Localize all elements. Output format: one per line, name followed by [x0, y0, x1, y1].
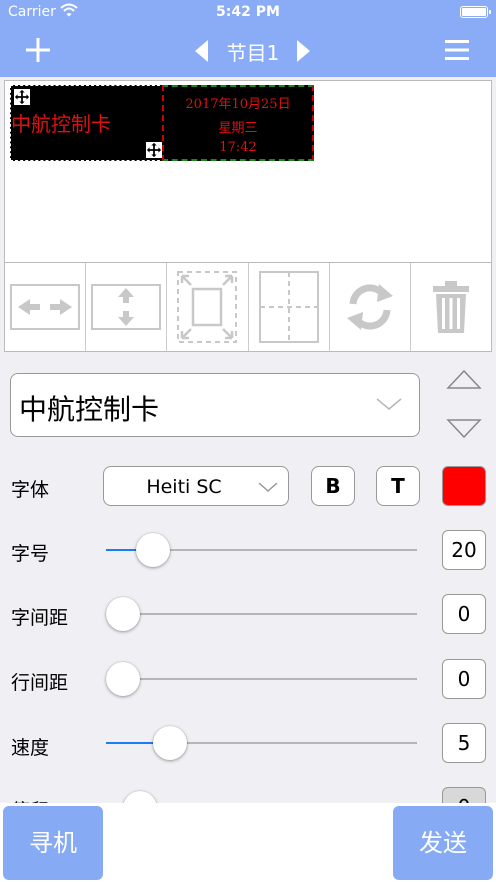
status-bar: Carrier 5:42 PM — [0, 0, 496, 24]
refresh-button[interactable] — [330, 263, 411, 351]
font-select-value: Heiti SC — [146, 476, 222, 498]
fullscreen-icon — [177, 271, 238, 343]
stretch-horizontal-button[interactable] — [5, 263, 87, 351]
size-label: 字号 — [11, 543, 50, 565]
text-color-swatch[interactable] — [442, 466, 486, 506]
move-up-icon[interactable] — [446, 368, 482, 390]
refresh-icon — [346, 284, 393, 330]
send-button[interactable]: 发送 — [393, 806, 493, 880]
clock-time: 17:42 — [219, 140, 257, 155]
split-grid-icon — [258, 271, 319, 343]
line-spacing-slider-knob[interactable] — [106, 662, 140, 696]
battery-icon — [460, 6, 491, 18]
program-title: 节目1 — [226, 41, 280, 65]
clock-area-preview[interactable]: 2017年10月25日 星期三 17:42 — [162, 85, 314, 161]
outline-button[interactable]: T — [376, 466, 420, 506]
letter-spacing-slider-knob[interactable] — [106, 597, 140, 631]
chevron-down-icon[interactable] — [375, 396, 403, 412]
trash-icon — [432, 281, 469, 333]
bottom-action-bar: 寻机 发送 — [0, 803, 496, 882]
letter-spacing-slider[interactable] — [106, 597, 417, 631]
move-down-icon[interactable] — [446, 418, 482, 440]
size-value-field[interactable]: 20 — [442, 530, 486, 570]
add-icon[interactable] — [22, 34, 54, 66]
speed-label: 速度 — [11, 737, 50, 759]
menu-icon[interactable] — [443, 36, 471, 64]
move-handle-icon[interactable] — [13, 88, 31, 106]
text-area-content: 中航控制卡 — [11, 112, 111, 136]
arrows-vertical-icon — [91, 284, 162, 330]
speed-slider-knob[interactable] — [153, 726, 188, 760]
clock-date: 2017年10月25日 — [185, 97, 291, 112]
delete-area-button[interactable] — [411, 263, 491, 351]
text-content-field[interactable]: 中航控制卡 — [10, 373, 420, 437]
letter-spacing-label: 字间距 — [11, 607, 69, 629]
size-slider-knob[interactable] — [136, 533, 171, 567]
line-spacing-value-field[interactable]: 0 — [442, 659, 486, 699]
next-program-icon[interactable] — [293, 38, 315, 64]
chevron-down-icon — [258, 482, 278, 493]
stretch-vertical-button[interactable] — [86, 263, 168, 351]
speed-value-field[interactable]: 5 — [442, 723, 486, 763]
resize-handle-icon[interactable] — [145, 141, 163, 159]
text-content-value: 中航控制卡 — [19, 393, 160, 426]
line-spacing-label: 行间距 — [11, 672, 69, 694]
search-device-button[interactable]: 寻机 — [3, 806, 103, 880]
area-toolbar — [4, 262, 492, 352]
previous-program-icon[interactable] — [190, 38, 212, 64]
bold-button[interactable]: B — [311, 466, 355, 506]
split-area-button[interactable] — [249, 263, 330, 351]
speed-slider[interactable] — [106, 726, 417, 760]
program-preview: 中航控制卡 2017年10月25日 星期三 17:42 — [4, 80, 492, 262]
fullscreen-button[interactable] — [167, 263, 249, 351]
navigation-bar: Carrier 5:42 PM 节目1 — [0, 0, 496, 77]
letter-spacing-value-field[interactable]: 0 — [442, 594, 486, 634]
size-slider[interactable] — [106, 533, 417, 567]
font-label: 字体 — [11, 479, 50, 501]
arrows-horizontal-icon — [10, 284, 81, 330]
font-select[interactable]: Heiti SC — [103, 466, 289, 506]
clock-weekday: 星期三 — [218, 121, 258, 136]
line-spacing-slider[interactable] — [106, 662, 417, 696]
clock-label: 5:42 PM — [216, 4, 280, 20]
text-area-preview[interactable]: 中航控制卡 — [10, 85, 165, 161]
